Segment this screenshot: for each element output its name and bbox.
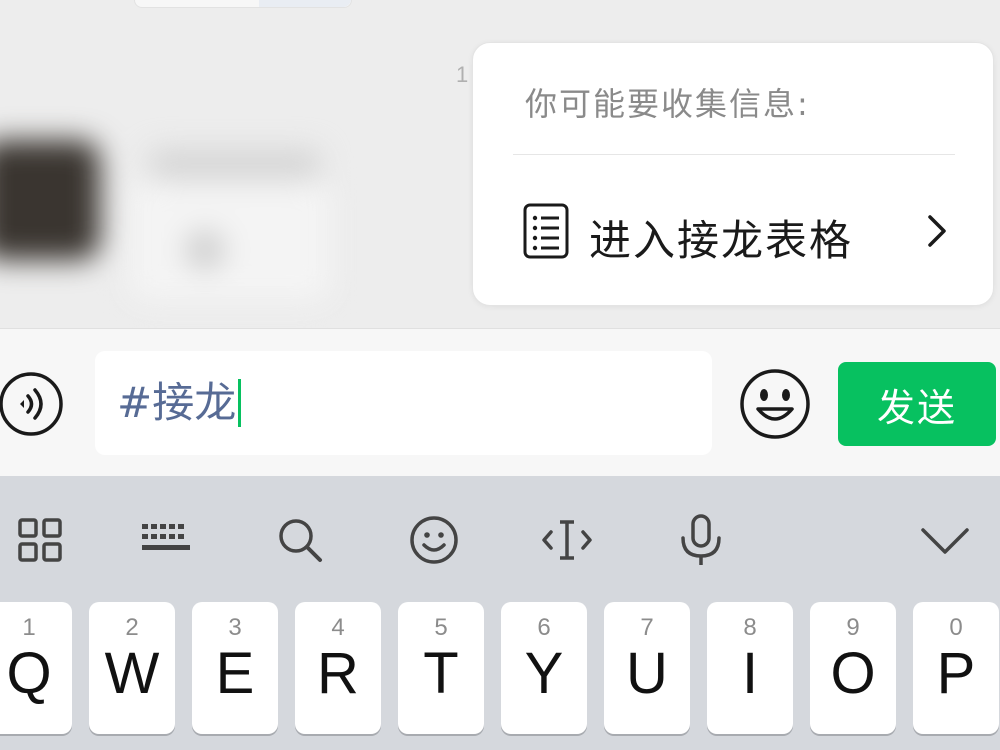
- key-letter: O: [830, 641, 876, 706]
- key-number-hint: 6: [537, 614, 551, 641]
- keyboard-icon[interactable]: [138, 512, 194, 568]
- key-number-hint: 1: [22, 614, 36, 641]
- text-cursor-icon[interactable]: [539, 512, 595, 568]
- key-p[interactable]: 0P: [913, 602, 999, 734]
- key-letter: I: [741, 641, 759, 706]
- voice-input-icon[interactable]: [0, 369, 68, 439]
- key-e[interactable]: 3E: [192, 602, 278, 734]
- suggestion-popup: 你可能要收集信息: 进入接龙表格: [472, 42, 994, 306]
- key-i[interactable]: 8I: [707, 602, 793, 734]
- play-icon: [185, 230, 225, 270]
- input-bar: #接龙 发送: [0, 328, 1000, 476]
- key-letter: R: [317, 641, 359, 706]
- sender-name: [150, 150, 320, 180]
- key-letter: W: [104, 641, 160, 706]
- key-number-hint: 0: [949, 614, 963, 641]
- key-number-hint: 8: [743, 614, 757, 641]
- microphone-icon[interactable]: [673, 512, 729, 568]
- key-number-hint: 7: [640, 614, 654, 641]
- emoji-icon[interactable]: [738, 367, 812, 441]
- blurred-message: [0, 110, 360, 310]
- key-number-hint: 4: [331, 614, 345, 641]
- message-input[interactable]: #接龙: [95, 351, 712, 455]
- key-letter: Y: [524, 641, 564, 706]
- key-q[interactable]: 1Q: [0, 602, 72, 734]
- key-number-hint: 2: [125, 614, 139, 641]
- send-button[interactable]: 发送: [838, 362, 996, 446]
- key-o[interactable]: 9O: [810, 602, 896, 734]
- suggestion-item-label: 进入接龙表格: [589, 216, 854, 265]
- emoji-icon[interactable]: [406, 512, 462, 568]
- input-value: #接龙: [117, 378, 237, 427]
- suggestion-heading: 你可能要收集信息:: [525, 85, 810, 123]
- chevron-right-icon: [928, 215, 946, 247]
- open-solitaire-form-item[interactable]: 进入接龙表格: [473, 163, 993, 303]
- grid-icon[interactable]: [12, 512, 68, 568]
- key-letter: P: [936, 641, 976, 706]
- avatar: [0, 140, 100, 260]
- keyboard-toolbar: [0, 476, 1000, 600]
- key-letter: Q: [6, 641, 52, 706]
- timestamp: 1: [456, 62, 469, 87]
- key-u[interactable]: 7U: [604, 602, 690, 734]
- key-t[interactable]: 5T: [398, 602, 484, 734]
- key-w[interactable]: 2W: [89, 602, 175, 734]
- key-number-hint: 5: [434, 614, 448, 641]
- text-caret: [238, 379, 242, 427]
- key-number-hint: 9: [846, 614, 860, 641]
- key-letter: E: [215, 641, 255, 706]
- input-text: #接龙: [117, 378, 242, 427]
- key-r[interactable]: 4R: [295, 602, 381, 734]
- chat-area: 1 你可能要收集信息: 进入接龙表格: [0, 0, 1000, 328]
- chevron-down-icon[interactable]: [917, 512, 973, 568]
- key-number-hint: 3: [228, 614, 242, 641]
- key-letter: T: [423, 641, 459, 706]
- key-row-qwerty: 1Q2W3E4R5T6Y7U8I9O0P: [0, 602, 1000, 734]
- keyboard: 1Q2W3E4R5T6Y7U8I9O0P: [0, 476, 1000, 750]
- message-bubble-partial[interactable]: [134, 0, 352, 8]
- key-y[interactable]: 6Y: [501, 602, 587, 734]
- key-letter: U: [626, 641, 668, 706]
- search-icon[interactable]: [272, 512, 328, 568]
- document-list-icon: [523, 203, 569, 259]
- message-card: [130, 180, 330, 300]
- divider: [513, 154, 955, 155]
